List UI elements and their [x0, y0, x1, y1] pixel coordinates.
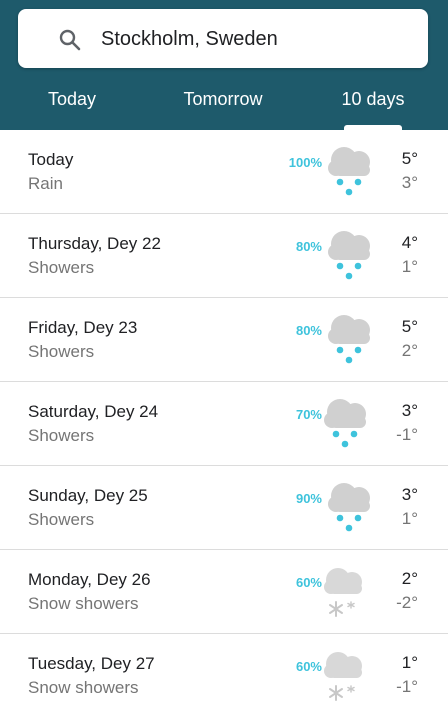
rain-icon — [318, 392, 376, 454]
forecast-condition: Snow showers — [28, 594, 139, 613]
search-input[interactable]: Stockholm, Sweden — [101, 26, 278, 52]
forecast-row[interactable]: Today Rain 100% 5° 3° — [0, 130, 448, 214]
precipitation-chance: 80% — [295, 239, 322, 254]
low-temperature: 2° — [401, 341, 418, 360]
forecast-condition: Snow showers — [28, 678, 139, 697]
forecast-day: Thursday, Dey 22 — [28, 234, 161, 253]
tab-tomorrow[interactable]: Tomorrow — [172, 82, 274, 130]
high-temperature: 5° — [401, 317, 418, 336]
forecast-condition: Rain — [28, 174, 63, 193]
forecast-row[interactable]: Monday, Dey 26 Snow showers 60% 2° -2° — [0, 550, 448, 634]
forecast-day: Monday, Dey 26 — [28, 570, 151, 589]
forecast-row[interactable]: Friday, Dey 23 Showers 80% 5° 2° — [0, 298, 448, 382]
forecast-condition: Showers — [28, 426, 95, 445]
high-temperature: 3° — [401, 401, 418, 420]
snow-icon — [318, 560, 376, 622]
precipitation-chance: 90% — [295, 491, 322, 506]
snow-icon — [318, 644, 376, 704]
rain-icon — [322, 476, 380, 538]
forecast-day: Sunday, Dey 25 — [28, 486, 148, 505]
forecast-day: Friday, Dey 23 — [28, 318, 138, 337]
low-temperature: -2° — [396, 593, 418, 612]
high-temperature: 2° — [401, 569, 418, 588]
low-temperature: 1° — [401, 257, 418, 276]
forecast-day: Tuesday, Dey 27 — [28, 654, 155, 673]
search-bar[interactable]: Stockholm, Sweden — [18, 9, 428, 68]
forecast-row[interactable]: Thursday, Dey 22 Showers 80% 4° 1° — [0, 214, 448, 298]
low-temperature: -1° — [396, 677, 418, 696]
rain-icon — [322, 140, 380, 202]
forecast-row[interactable]: Sunday, Dey 25 Showers 90% 3° 1° — [0, 466, 448, 550]
low-temperature: 1° — [401, 509, 418, 528]
low-temperature: 3° — [401, 173, 418, 192]
forecast-condition: Showers — [28, 258, 95, 277]
forecast-condition: Showers — [28, 510, 95, 529]
tab-10-days[interactable]: 10 days — [330, 82, 416, 130]
forecast-condition: Showers — [28, 342, 95, 361]
precipitation-chance: 100% — [288, 155, 322, 170]
forecast-list: Today Rain 100% 5° 3° Thursday, Dey 22 S… — [0, 130, 448, 704]
high-temperature: 4° — [401, 233, 418, 252]
high-temperature: 1° — [401, 653, 418, 672]
search-icon[interactable] — [58, 28, 82, 52]
forecast-day: Saturday, Dey 24 — [28, 402, 159, 421]
rain-icon — [322, 224, 380, 286]
rain-icon — [322, 308, 380, 370]
low-temperature: -1° — [396, 425, 418, 444]
forecast-row[interactable]: Saturday, Dey 24 Showers 70% 3° -1° — [0, 382, 448, 466]
precipitation-chance: 80% — [295, 323, 322, 338]
tab-bar: Today Tomorrow 10 days — [0, 82, 448, 130]
app-header: Stockholm, Sweden Today Tomorrow 10 days — [0, 0, 448, 130]
tab-today[interactable]: Today — [28, 82, 116, 130]
forecast-day: Today — [28, 150, 74, 169]
high-temperature: 3° — [401, 485, 418, 504]
forecast-row[interactable]: Tuesday, Dey 27 Snow showers 60% 1° -1° — [0, 634, 448, 704]
high-temperature: 5° — [401, 149, 418, 168]
